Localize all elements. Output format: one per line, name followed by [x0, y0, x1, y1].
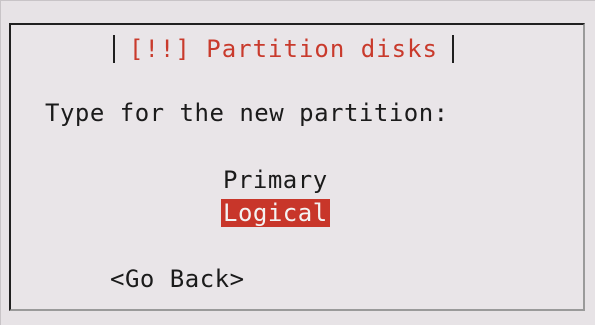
dialog-title: [!!] Partition disks — [129, 35, 438, 63]
dialog-title-bar: [!!] Partition disks — [107, 31, 460, 67]
partition-type-dialog: [!!] Partition disks Type for the new pa… — [9, 23, 585, 311]
option-primary[interactable]: Primary — [221, 166, 330, 194]
prompt-text: Type for the new partition: — [45, 99, 449, 127]
option-logical[interactable]: Logical — [221, 199, 330, 227]
title-right-tick — [451, 35, 454, 63]
go-back-button[interactable]: <Go Back> — [110, 265, 245, 293]
